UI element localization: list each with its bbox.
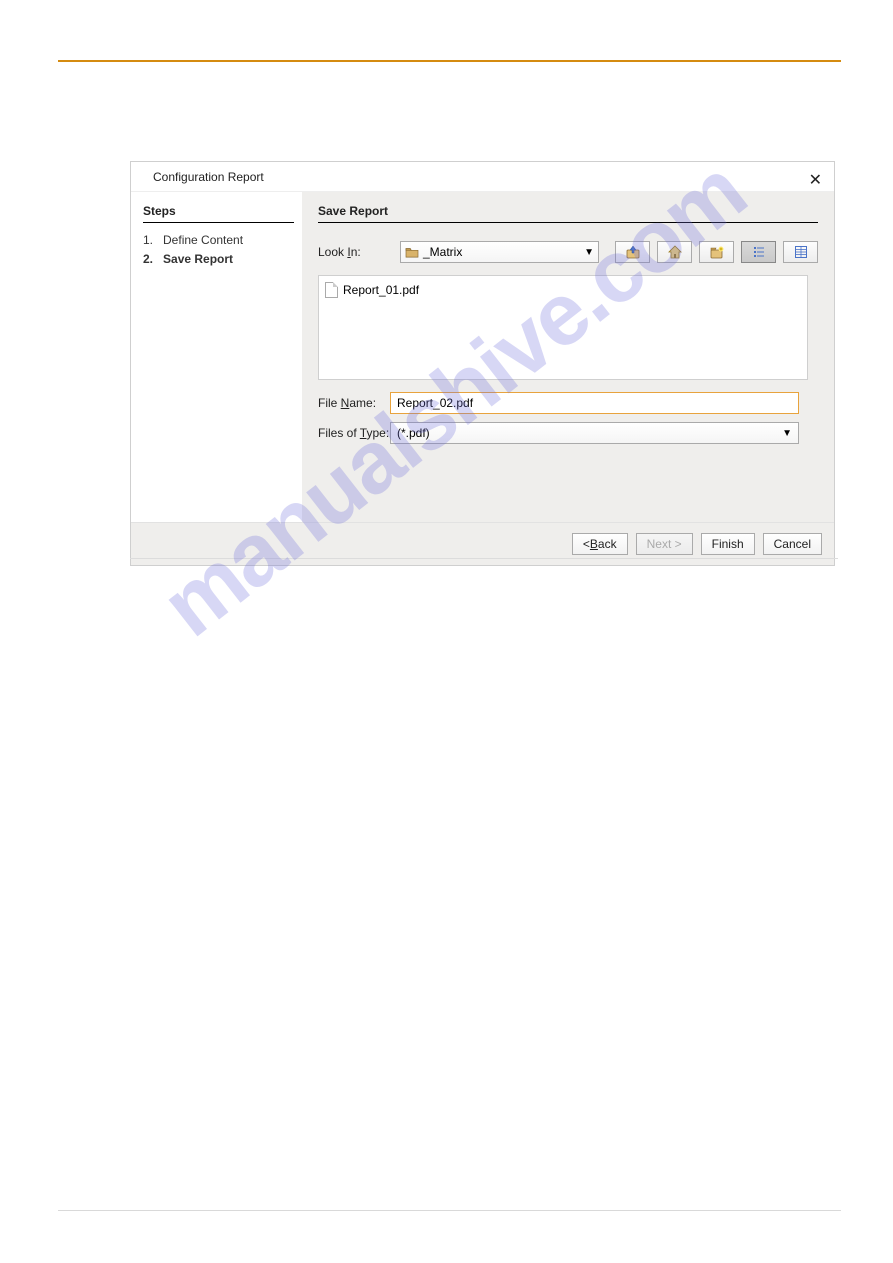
chevron-down-icon: ▼ bbox=[782, 428, 792, 439]
finish-button[interactable]: Finish bbox=[701, 533, 755, 555]
list-icon bbox=[751, 244, 767, 260]
details-view-button[interactable] bbox=[783, 241, 818, 263]
files-of-type-row: Files of Type: (*.pdf) ▼ bbox=[318, 422, 818, 444]
home-icon bbox=[667, 244, 683, 260]
save-report-panel: Save Report Look In: _Matrix ▼ bbox=[302, 192, 834, 522]
dialog-titlebar: Configuration Report ✕ bbox=[131, 162, 834, 192]
file-toolbar bbox=[615, 241, 818, 263]
file-name-label: File Name: bbox=[318, 396, 390, 410]
folder-up-icon bbox=[625, 244, 641, 260]
dialog-title: Configuration Report bbox=[153, 170, 264, 184]
close-icon[interactable]: ✕ bbox=[805, 166, 826, 196]
step-label: Save Report bbox=[163, 250, 233, 269]
details-icon bbox=[793, 244, 809, 260]
next-button: Next > bbox=[636, 533, 693, 555]
look-in-row: Look In: _Matrix ▼ bbox=[318, 241, 818, 263]
home-button[interactable] bbox=[657, 241, 692, 263]
file-name-row: File Name: bbox=[318, 392, 818, 414]
document-icon bbox=[325, 282, 338, 298]
new-folder-button[interactable] bbox=[699, 241, 734, 263]
file-list[interactable]: Report_01.pdf bbox=[318, 275, 808, 380]
steps-panel: Steps 1. Define Content 2. Save Report bbox=[131, 192, 302, 522]
list-view-button[interactable] bbox=[741, 241, 776, 263]
section-separator bbox=[130, 558, 838, 559]
folder-icon bbox=[405, 246, 419, 258]
file-name-input[interactable] bbox=[390, 392, 799, 414]
steps-heading: Steps bbox=[143, 204, 294, 223]
back-button[interactable]: < Back bbox=[572, 533, 628, 555]
configuration-report-dialog: Configuration Report ✕ Steps 1. Define C… bbox=[130, 161, 835, 566]
up-one-level-button[interactable] bbox=[615, 241, 650, 263]
page-bottom-rule bbox=[58, 1210, 841, 1211]
files-of-type-value: (*.pdf) bbox=[397, 426, 430, 440]
look-in-label: Look In: bbox=[318, 245, 390, 259]
chevron-down-icon: ▼ bbox=[584, 247, 594, 258]
new-folder-icon bbox=[709, 244, 725, 260]
cancel-button[interactable]: Cancel bbox=[763, 533, 822, 555]
look-in-value: _Matrix bbox=[423, 245, 462, 259]
files-of-type-label: Files of Type: bbox=[318, 426, 390, 440]
file-name-text: Report_01.pdf bbox=[343, 283, 419, 297]
step-save-report: 2. Save Report bbox=[143, 250, 294, 269]
step-label: Define Content bbox=[163, 231, 243, 250]
step-number: 2. bbox=[143, 250, 153, 269]
page-top-rule bbox=[58, 60, 841, 62]
step-number: 1. bbox=[143, 231, 153, 250]
panel-title: Save Report bbox=[318, 204, 818, 223]
files-of-type-dropdown[interactable]: (*.pdf) ▼ bbox=[390, 422, 799, 444]
look-in-dropdown[interactable]: _Matrix ▼ bbox=[400, 241, 599, 263]
step-define-content: 1. Define Content bbox=[143, 231, 294, 250]
dialog-body: Steps 1. Define Content 2. Save Report S… bbox=[131, 192, 834, 522]
list-item[interactable]: Report_01.pdf bbox=[325, 282, 801, 298]
